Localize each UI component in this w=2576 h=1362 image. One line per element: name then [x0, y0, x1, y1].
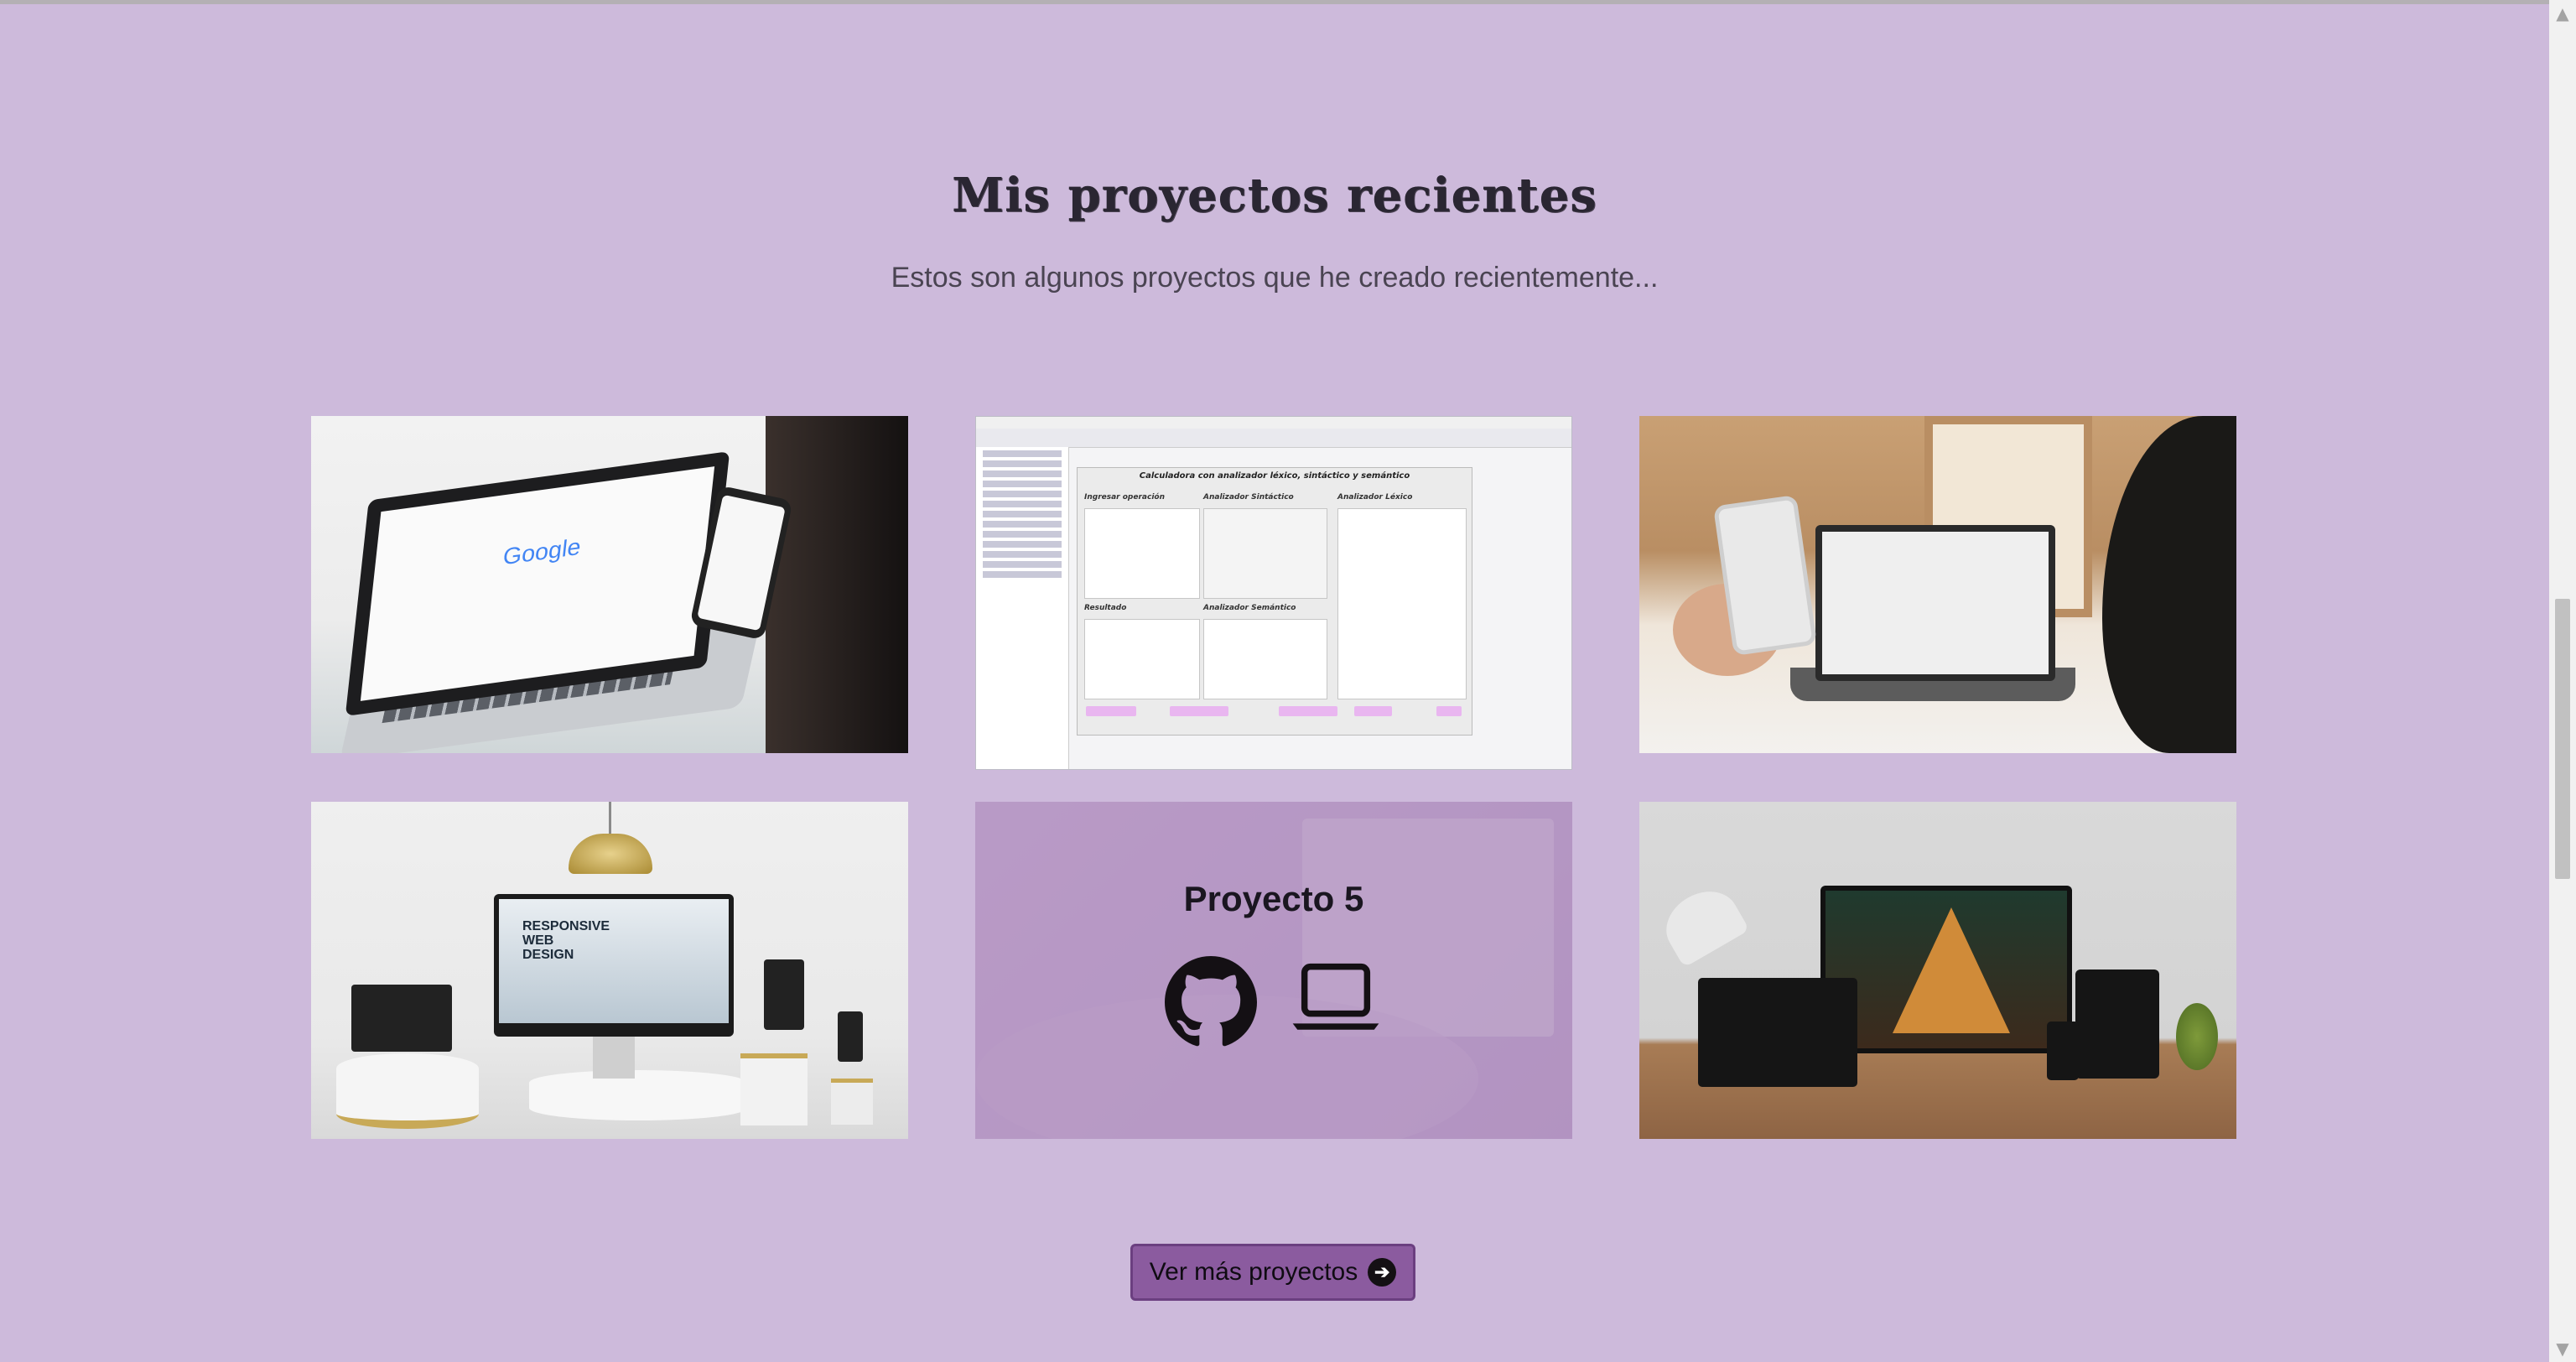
phone: [2047, 1022, 2079, 1080]
lamp-cord: [609, 802, 611, 835]
laptop: [1698, 978, 1857, 1087]
github-icon[interactable]: [1165, 956, 1257, 1048]
laptop-icon[interactable]: [1289, 956, 1383, 1048]
arrow-right-circle-icon: ➔: [1368, 1258, 1397, 1287]
ide-form-title: Calculadora con analizador léxico, sintá…: [1139, 471, 1410, 481]
top-border: [0, 0, 2549, 4]
monitor-stand: [593, 1037, 635, 1079]
project-card-6[interactable]: [1639, 802, 2236, 1139]
desk-lamp: [1654, 879, 1750, 968]
phone: [838, 1011, 863, 1062]
pedestal: [831, 1079, 873, 1125]
section-subtitle: Estos son algunos proyectos que he cread…: [891, 262, 1659, 294]
project-card-4[interactable]: RESPONSIVE WEB DESIGN: [311, 802, 908, 1139]
ide-label: Analizador Sintáctico: [1203, 493, 1294, 502]
screen-text: RESPONSIVE WEB DESIGN: [522, 919, 610, 962]
ide-label: Analizador Léxico: [1337, 493, 1413, 502]
view-more-projects-button[interactable]: Ver más proyectos ➔: [1130, 1244, 1415, 1301]
scrollbar-thumb[interactable]: [2555, 599, 2570, 879]
scroll-down-icon[interactable]: ▼: [2549, 1335, 2576, 1362]
project-card-5[interactable]: Proyecto 5: [975, 802, 1572, 1139]
project-card-2[interactable]: Calculadora con analizador léxico, sintá…: [975, 416, 1572, 770]
button-label: Ver más proyectos: [1149, 1258, 1358, 1286]
person-silhouette: [2102, 416, 2236, 753]
laptop-screen: [1815, 525, 2055, 681]
ide-label: Resultado: [1084, 604, 1127, 612]
ide-label: Analizador Semántico: [1203, 604, 1296, 612]
ide-project-tree: [976, 447, 1069, 769]
section-title: Mis proyectos recientes: [952, 168, 1597, 223]
project-card-3[interactable]: [1639, 416, 2236, 753]
monitor: [494, 894, 734, 1037]
scrollbar[interactable]: ▲ ▼: [2549, 0, 2576, 1362]
desktop-monitor: [1820, 886, 2072, 1053]
plant: [2176, 1003, 2218, 1070]
project-links: [975, 956, 1572, 1048]
pedestal: [336, 1053, 479, 1129]
project-title: Proyecto 5: [1183, 879, 1364, 918]
pedestal: [529, 1070, 747, 1120]
pedestal: [740, 1053, 808, 1125]
project-card-1[interactable]: Google: [311, 416, 908, 753]
tablet: [2075, 970, 2159, 1079]
ide-label: Ingresar operación: [1084, 493, 1165, 502]
ide-toolbar: [976, 429, 1571, 448]
scroll-up-icon[interactable]: ▲: [2549, 0, 2576, 27]
background-shadow: [766, 416, 908, 753]
pendant-lamp: [569, 834, 652, 874]
ide-menubar: [976, 417, 1571, 429]
ide-form-preview: Calculadora con analizador léxico, sintá…: [1077, 467, 1472, 736]
tablet: [351, 985, 452, 1052]
tablet: [764, 959, 804, 1030]
